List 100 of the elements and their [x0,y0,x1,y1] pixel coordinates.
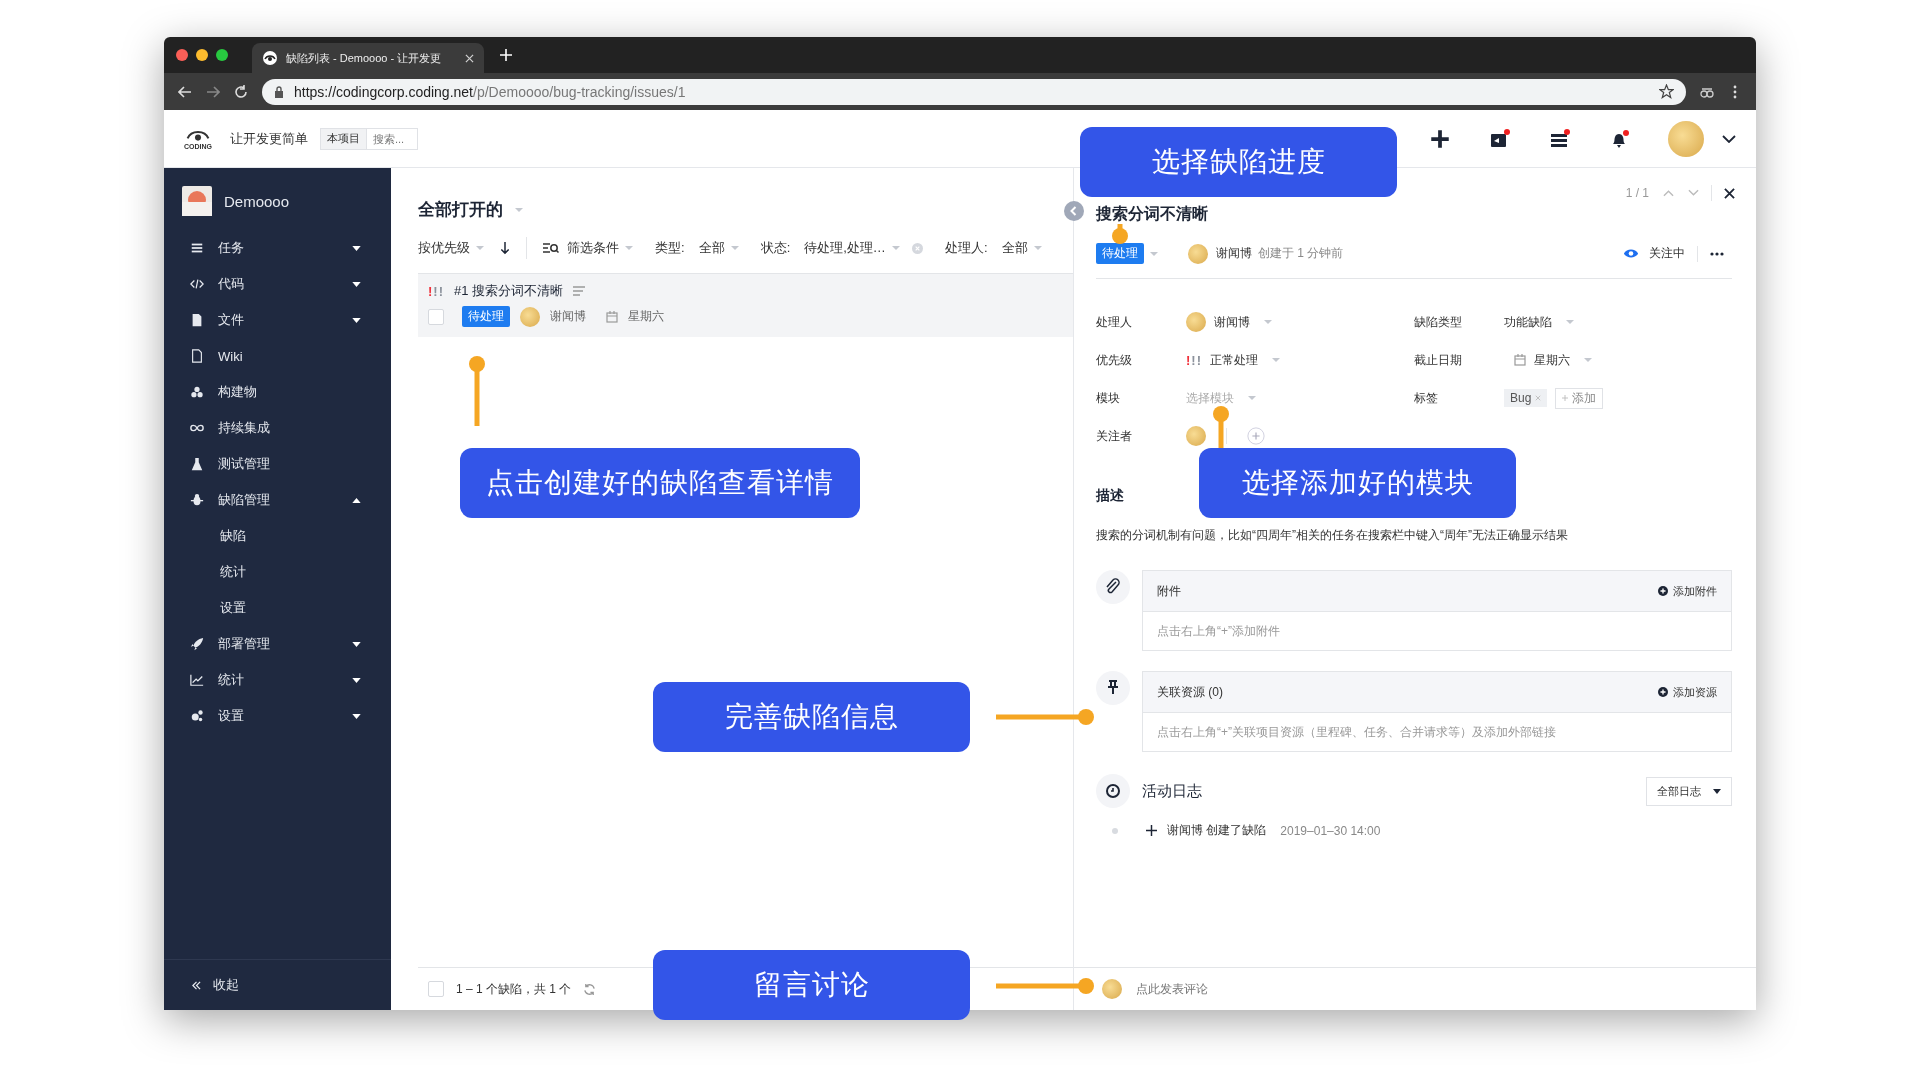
code-icon [190,277,204,291]
avatar [520,306,540,327]
filter-label: 状态: [760,239,791,257]
due-date: 星期六 [628,308,664,325]
sidebar-item[interactable]: 缺陷管理 [164,482,391,518]
reload-icon[interactable] [234,84,248,99]
select-all-checkbox[interactable] [428,981,444,997]
created-time: 创建于 1 分钟前 [1258,245,1344,262]
filter-dropdown[interactable]: 全部 [698,239,739,257]
filter-dropdown[interactable]: 待处理,处理… [804,239,900,257]
chevron-down-icon[interactable] [1722,134,1736,143]
sidebar-item[interactable]: 设置 [164,698,391,734]
collapse-button[interactable]: 收起 [164,959,391,1010]
plus-circle-icon [1658,586,1668,596]
tag[interactable]: Bug [1504,389,1548,407]
project-switcher[interactable]: Demoooo [164,168,391,230]
activity-time: 2019–01–30 14:00 [1280,823,1381,838]
bug-icon [190,493,204,507]
priority-marks: !!! [428,283,445,299]
rocket-icon [190,637,204,651]
address-bar[interactable]: https://codingcorp.coding.net/p/Demoooo/bug-tracking/issues/1 [262,78,1686,105]
maximize-window-icon[interactable] [216,49,228,61]
sidebar-subitem[interactable]: 缺陷 [164,518,391,554]
field-label: 处理人 [1096,313,1133,331]
type-dropdown[interactable]: 功能缺陷 [1504,313,1552,331]
refresh-icon[interactable] [583,982,597,996]
issue-row[interactable]: !!! #1 搜索分词不清晰 待处理 谢闻博 星期六 [418,273,1073,337]
pin-icon [1096,671,1130,705]
filter-dropdown[interactable]: 筛选条件 [567,239,633,257]
paperclip-icon [1096,570,1130,604]
forward-icon[interactable] [206,84,220,99]
list-icon[interactable] [1550,128,1570,149]
avatar [1186,312,1206,332]
sidebar-subitem[interactable]: 设置 [164,590,391,626]
sidebar-item[interactable]: 代码 [164,266,391,302]
browser-tab[interactable]: 缺陷列表 - Demoooo - 让开发更 [252,43,484,73]
arrow-down-icon[interactable] [500,241,510,255]
connector-line [1213,406,1229,450]
connector-line [1112,224,1128,244]
view-selector[interactable]: 全部打开的 [418,198,523,221]
sidebar-item[interactable]: 任务 [164,230,391,266]
sidebar-item[interactable]: 文件 [164,302,391,338]
new-tab-icon[interactable] [500,49,512,61]
calendar-icon [606,310,618,323]
watch-button[interactable]: 关注中 [1623,245,1685,262]
add-button[interactable]: 添加附件 [1658,583,1717,599]
timeline-dot [1112,827,1118,834]
panel-title: 关联资源 (0) [1157,683,1223,701]
sun-logo-icon [182,186,212,216]
status-dropdown[interactable]: 待处理 [1096,243,1144,264]
field-label: 标签 [1414,389,1439,407]
double-chevron-left-icon [192,980,201,990]
sidebar-item[interactable]: 统计 [164,662,391,698]
date-dropdown[interactable]: 星期六 [1534,351,1570,369]
search-field[interactable]: 搜索... [366,127,418,150]
scope-label[interactable]: 本项目 [320,127,366,150]
issue-title: 搜索分词不清晰 [1096,204,1208,224]
description-icon [573,286,586,296]
plus-icon [1146,825,1157,836]
section-heading: 活动日志 [1142,781,1202,801]
minimize-window-icon[interactable] [196,49,208,61]
filter-label: 类型: [655,239,685,257]
add-button[interactable]: 添加资源 [1658,684,1717,700]
sidebar-item[interactable]: 部署管理 [164,626,391,662]
field-label: 优先级 [1096,351,1133,369]
close-tab-icon[interactable] [465,53,474,63]
plus-circle-icon [1658,687,1668,697]
empty-hint: 点击右上角“+”添加附件 [1156,622,1281,640]
avatar [1102,979,1122,999]
sidebar-item[interactable]: Wiki [164,338,391,374]
checkbox[interactable] [428,308,444,325]
bell-icon[interactable] [1610,128,1630,149]
more-icon[interactable] [1710,251,1724,256]
issue-count: 1 – 1 个缺陷，共 1 个 [456,980,572,998]
avatar [1186,426,1206,446]
comment-field[interactable]: 点此发表评论 [1134,981,1338,997]
filter-label: 处理人: [944,239,988,257]
sidebar-item[interactable]: 持续集成 [164,410,391,446]
field-label: 截止日期 [1414,351,1463,369]
close-window-icon[interactable] [176,49,188,61]
log-filter-dropdown[interactable]: 全部日志 [1646,776,1732,806]
sort-dropdown[interactable]: 按优先级 [418,239,484,257]
assignee-dropdown[interactable]: 谢闻博 [1214,313,1250,331]
pager: 1 / 1 [1625,186,1649,200]
chart-icon [190,673,204,687]
sidebar-item[interactable]: 构建物 [164,374,391,410]
back-icon[interactable] [178,84,192,99]
document-icon [190,349,204,363]
filter-dropdown[interactable]: 全部 [1001,239,1042,257]
plus-icon[interactable] [1430,128,1450,149]
field-label: 关注者 [1096,427,1133,445]
priority-dropdown[interactable]: 正常处理 [1210,351,1259,369]
callout-label: 留言讨论 [653,950,970,1020]
close-icon[interactable] [1724,187,1735,199]
inbox-icon[interactable] [1490,128,1510,149]
star-icon[interactable] [1659,84,1674,99]
add-tag-button[interactable]: 添加 [1555,387,1604,409]
sidebar-item[interactable]: 测试管理 [164,446,391,482]
sidebar-subitem[interactable]: 统计 [164,554,391,590]
author-name: 谢闻博 [1216,245,1252,262]
